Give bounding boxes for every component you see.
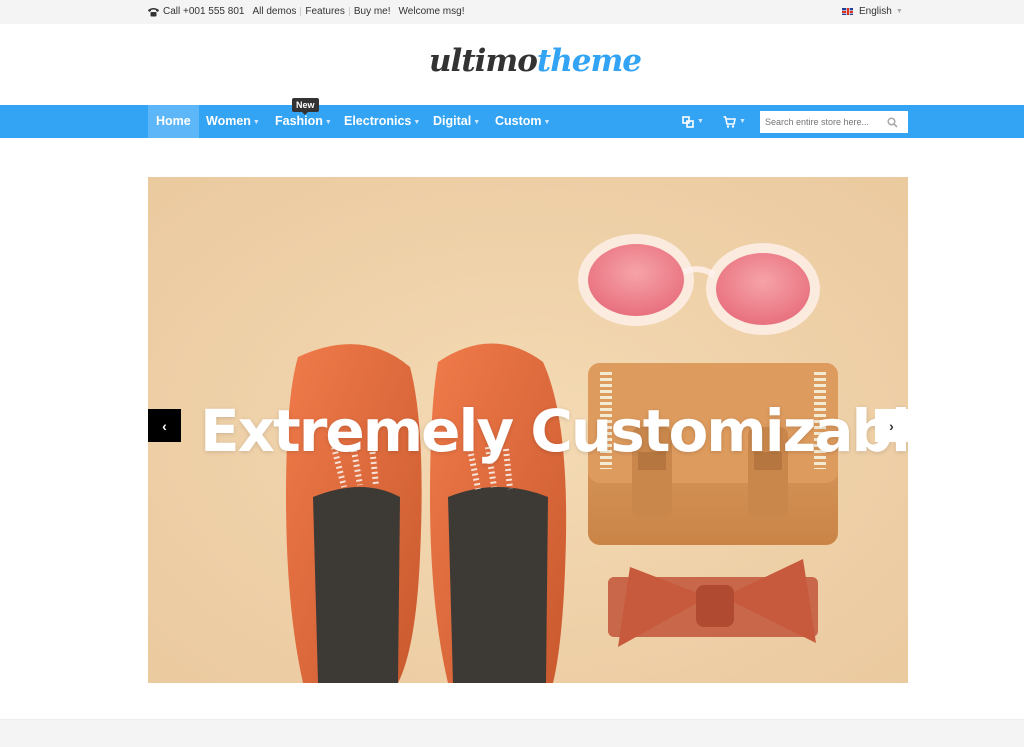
nav-label-home: Home [156, 114, 191, 128]
top-links: Call +001 555 801 All demos Features Buy… [147, 6, 464, 17]
top-bar: Call +001 555 801 All demos Features Buy… [0, 0, 1024, 24]
logo-part-2: theme [536, 43, 642, 79]
nav-item-digital[interactable]: Digital ▼ [425, 105, 488, 138]
search-box [760, 111, 908, 133]
nav-label-fashion: Fashion [275, 114, 323, 128]
compare-icon [682, 115, 694, 128]
main-navigation: Home Women ▼ Fashion ▼ Electronics ▼ Digita… [0, 105, 1024, 138]
chevron-down-icon: ▼ [543, 119, 551, 126]
compare-button[interactable]: ▼ [682, 105, 704, 138]
link-all-demos[interactable]: All demos [252, 6, 296, 17]
welcome-message: Welcome msg! [398, 6, 465, 17]
chevron-left-icon: ‹ [162, 417, 167, 434]
new-badge: New [292, 98, 319, 115]
nav-label-digital: Digital [433, 114, 472, 128]
nav-item-women[interactable]: Women ▼ [198, 105, 268, 138]
slide-headline: Extremely Customizable [200, 397, 908, 465]
chevron-down-icon: ▼ [895, 8, 903, 15]
nav-item-electronics[interactable]: Electronics ▼ [336, 105, 428, 138]
phone-icon [148, 7, 159, 16]
nav-label-women: Women [206, 114, 251, 128]
site-logo[interactable]: ultimotheme [429, 43, 642, 79]
search-icon [886, 116, 898, 128]
language-label: English [859, 6, 892, 17]
chevron-down-icon: ▼ [739, 118, 746, 125]
uk-flag-icon [842, 8, 853, 15]
phone-text: Call +001 555 801 [163, 6, 245, 17]
chevron-down-icon: ▼ [324, 119, 332, 126]
chevron-down-icon: ▼ [473, 119, 481, 126]
cart-button[interactable]: ▼ [723, 105, 746, 138]
chevron-down-icon: ▼ [413, 119, 421, 126]
slider-prev-button[interactable]: ‹ [148, 409, 181, 442]
cart-icon [723, 115, 736, 128]
link-features[interactable]: Features [305, 6, 344, 17]
link-buy-me[interactable]: Buy me! [354, 6, 391, 17]
hero-slider: Extremely Customizable [148, 177, 908, 683]
chevron-down-icon: ▼ [697, 118, 704, 125]
nav-item-home[interactable]: Home [148, 105, 199, 138]
chevron-right-icon: › [889, 417, 894, 434]
nav-item-custom[interactable]: Custom ▼ [487, 105, 558, 138]
slider-next-button[interactable]: › [875, 409, 908, 442]
search-button[interactable] [880, 111, 904, 133]
footer-strip [0, 719, 1024, 747]
logo-part-1: ultimo [429, 43, 538, 79]
nav-label-electronics: Electronics [344, 114, 412, 128]
search-input[interactable] [760, 117, 880, 127]
language-switcher[interactable]: English ▼ [842, 6, 903, 17]
nav-label-custom: Custom [495, 114, 542, 128]
chevron-down-icon: ▼ [252, 119, 260, 126]
